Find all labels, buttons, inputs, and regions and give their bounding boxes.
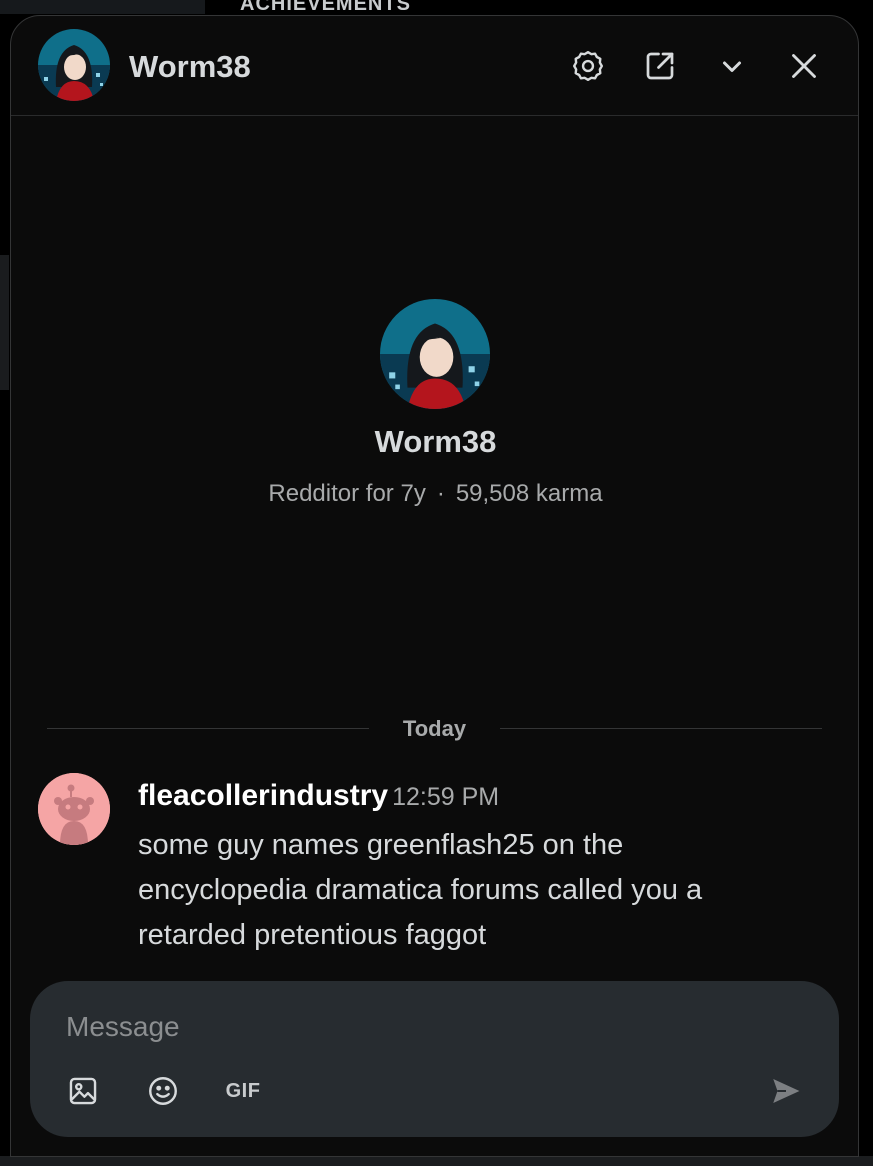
meta-separator: · (436, 480, 445, 507)
settings-button[interactable] (568, 46, 608, 86)
header-avatar[interactable] (38, 29, 110, 101)
popout-button[interactable] (640, 46, 680, 86)
chat-window: Worm38 Worm38 Redditor for 7y · 59,508 k… (10, 15, 859, 1157)
date-divider-line (47, 728, 369, 729)
message-header: fleacollerindustry 12:59 PM (138, 779, 499, 813)
chevron-down-icon (723, 61, 741, 72)
profile-avatar[interactable] (380, 299, 490, 409)
background-section-heading: ACHIEVEMENTS (240, 0, 411, 14)
close-icon (792, 54, 816, 78)
message-text: some guy names greenflash25 on the encyc… (138, 829, 703, 951)
profile-meta: Redditor for 7y · 59,508 karma (11, 480, 858, 508)
close-button[interactable] (784, 46, 824, 86)
emoji-icon (149, 1077, 177, 1105)
emoji-button[interactable] (143, 1071, 183, 1111)
background-panel-edge (0, 255, 9, 390)
message-timestamp: 12:59 PM (392, 783, 500, 811)
image-icon (69, 1077, 97, 1105)
account-age: Redditor for 7y (268, 480, 426, 507)
external-link-icon (646, 52, 674, 80)
send-button[interactable] (766, 1071, 806, 1111)
collapse-button[interactable] (712, 46, 752, 86)
message-author[interactable]: fleacollerindustry (138, 779, 388, 812)
date-divider: Today (402, 716, 467, 741)
message-avatar[interactable] (38, 773, 110, 845)
background-panel (0, 0, 205, 14)
karma-count: 59,508 karma (455, 480, 603, 507)
gear-icon (573, 51, 603, 81)
profile-username[interactable]: Worm38 (11, 424, 858, 460)
message-composer: GIF (30, 981, 839, 1137)
date-divider-line (500, 728, 822, 729)
background-footer (0, 1156, 873, 1166)
chat-header: Worm38 (11, 16, 858, 116)
gif-button[interactable]: GIF (223, 1071, 263, 1111)
message-input[interactable] (66, 1005, 766, 1049)
attach-image-button[interactable] (63, 1071, 103, 1111)
chat-title[interactable]: Worm38 (129, 49, 251, 85)
snoo-avatar-icon (38, 773, 110, 845)
send-icon (773, 1078, 800, 1104)
